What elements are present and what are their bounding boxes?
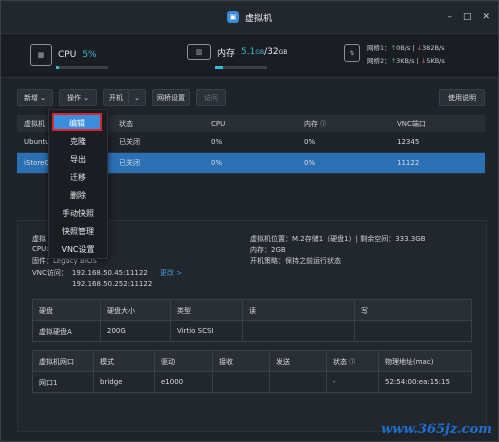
memory-bar <box>215 66 267 69</box>
maximize-icon[interactable]: □ <box>463 12 472 22</box>
menu-item-clone[interactable]: 克隆 <box>49 136 107 147</box>
vm-location: 虚拟机位置：M.2存储1（硬盘1）| 剩余空间：333.3GB <box>250 235 426 243</box>
disk-table: 硬盘 硬盘大小 类型 读 写 虚拟硬盘A 200G Virtio SCSI <box>32 299 472 342</box>
window-title: 虚拟机 <box>244 13 272 24</box>
memory-total: 32 <box>267 47 279 57</box>
cpu-bar <box>56 66 108 69</box>
menu-item-edit[interactable]: 编辑 <box>52 113 102 131</box>
operations-button[interactable]: 操作 ⌄ <box>59 89 97 106</box>
memory-icon: ▥ <box>187 44 211 60</box>
menu-item-delete[interactable]: 删除 <box>49 190 107 201</box>
vm-memory: 内存：2GB <box>250 246 286 254</box>
table-row[interactable]: 虚拟硬盘A 200G Virtio SCSI <box>33 320 471 341</box>
chevron-down-icon: ⌄ <box>134 93 140 102</box>
network-icon: ⇅ <box>344 44 360 62</box>
table-row[interactable]: 网口1 bridge e1000 - 52:54:00:ea:15:15 <box>33 371 471 392</box>
memory-used: 5.1 <box>241 47 256 57</box>
disk-table-header: 硬盘 硬盘大小 类型 读 写 <box>33 300 471 320</box>
chevron-down-icon: ⌄ <box>83 93 90 102</box>
cpu-value: 5% <box>82 50 97 60</box>
close-icon[interactable]: ✕ <box>482 12 490 22</box>
nic-table: 虚拟机网口 模式 驱动 接收 发送 状态 ⓘ 物理地址(mac) 网口1 bri… <box>32 350 472 393</box>
change-vnc-link[interactable]: 更改 > <box>160 269 182 277</box>
menu-item-manual-snapshot[interactable]: 手动快照 <box>49 208 107 219</box>
menu-item-export[interactable]: 导出 <box>49 154 107 165</box>
info-icon: ⓘ <box>349 359 356 366</box>
menu-item-vnc-settings[interactable]: VNC设置 <box>49 244 107 255</box>
vnc-address-2: 192.168.50.252:11122 <box>72 280 153 288</box>
nic-table-header: 虚拟机网口 模式 驱动 接收 发送 状态 ⓘ 物理地址(mac) <box>33 351 471 371</box>
minimize-icon[interactable]: – <box>447 12 452 22</box>
title-bar: ▣ 虚拟机 – □ ✕ <box>1 1 498 34</box>
cpu-chip-icon: ▦ <box>30 44 52 66</box>
memory-stat: ▥ 内存 5.1GB/32GB <box>187 44 287 60</box>
power-dropdown-button[interactable]: ⌄ <box>128 89 146 106</box>
access-button[interactable]: 访问 <box>196 89 226 106</box>
vm-cpu-label: CPU: <box>32 245 49 253</box>
power-on-button[interactable]: 开机 <box>103 89 129 106</box>
vm-app-icon: ▣ <box>226 11 239 23</box>
menu-item-snapshot-manage[interactable]: 快照管理 <box>49 226 107 237</box>
info-icon: ⓘ <box>320 120 327 128</box>
new-button[interactable]: 新增 ⌄ <box>17 89 53 106</box>
power-policy: 开机策略：保持之前运行状态 <box>250 257 341 265</box>
bridge-settings-button[interactable]: 网桥设置 <box>152 89 190 106</box>
site-watermark: www.365jz.com <box>381 422 492 437</box>
menu-item-migrate[interactable]: 迁移 <box>49 172 107 183</box>
resource-stats: ▦ CPU 5% ▥ 内存 5.1GB/32GB ⇅ 网桥1：↑0B/s | ↓… <box>1 34 498 78</box>
cpu-label: CPU <box>58 50 77 60</box>
toolbar: 新增 ⌄ 操作 ⌄ 开机 ⌄ 网桥设置 访问 使用说明 <box>17 89 485 107</box>
cpu-stat: ▦ CPU 5% <box>30 44 97 66</box>
vm-window: ▣ 虚拟机 – □ ✕ ▦ CPU 5% ▥ 内存 5.1GB/32GB ⇅ 网… <box>0 0 499 442</box>
chevron-down-icon: ⌄ <box>40 93 47 102</box>
vnc-access: VNC访问： 192.168.50.45:11122 更改 > <box>32 269 183 277</box>
vm-name-label: 虚拟 <box>32 235 46 243</box>
help-button[interactable]: 使用说明 <box>439 89 485 106</box>
bridge2-stat: 网桥2：↑3KB/s | ↓5KB/s <box>367 57 445 65</box>
network-stats: 网桥1：↑0B/s | ↓382B/s 网桥2：↑3KB/s | ↓5KB/s <box>367 42 445 68</box>
bridge1-stat: 网桥1：↑0B/s | ↓382B/s <box>367 44 445 52</box>
memory-label: 内存 <box>217 48 236 59</box>
operations-context-menu: 编辑 克隆 导出 迁移 删除 手动快照 快照管理 VNC设置 <box>48 109 108 259</box>
